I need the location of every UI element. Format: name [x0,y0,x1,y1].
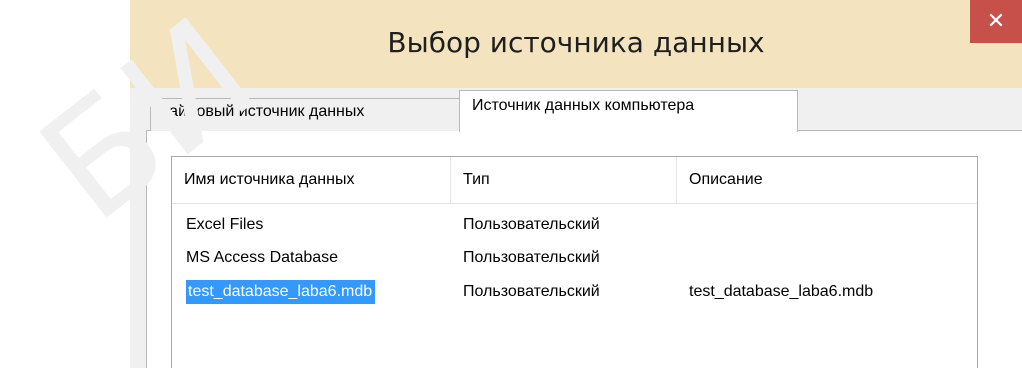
title-bar[interactable]: Выбор источника данных ✕ [130,0,1022,88]
data-source-type: Пользовательский [463,216,600,233]
list-item[interactable]: MS Access Database Пользовательский [172,246,977,270]
column-header-type[interactable]: Тип [451,157,677,203]
column-header-description[interactable]: Описание [677,157,977,203]
data-source-name: MS Access Database [186,249,339,266]
list-header: Имя источника данных Тип Описание [172,157,977,204]
tab-machine-data-source[interactable]: Источник данных компьютера [459,90,798,132]
data-source-type: Пользовательский [463,249,600,266]
data-source-description: test_database_laba6.mdb [689,283,874,300]
tab-file-data-source[interactable]: Файловый источник данных [150,98,460,131]
list-item[interactable]: Excel Files Пользовательский [172,213,977,237]
data-source-name: test_database_laba6.mdb [186,280,376,304]
data-source-list[interactable]: Имя источника данных Тип Описание Excel … [171,156,978,368]
column-header-name[interactable]: Имя источника данных [172,157,451,203]
data-source-name: Excel Files [186,216,264,233]
list-item-selected[interactable]: test_database_laba6.mdb Пользовательский… [172,280,977,304]
close-button[interactable]: ✕ [970,0,1022,43]
window-title: Выбор источника данных [387,26,765,59]
data-source-type: Пользовательский [463,283,600,300]
